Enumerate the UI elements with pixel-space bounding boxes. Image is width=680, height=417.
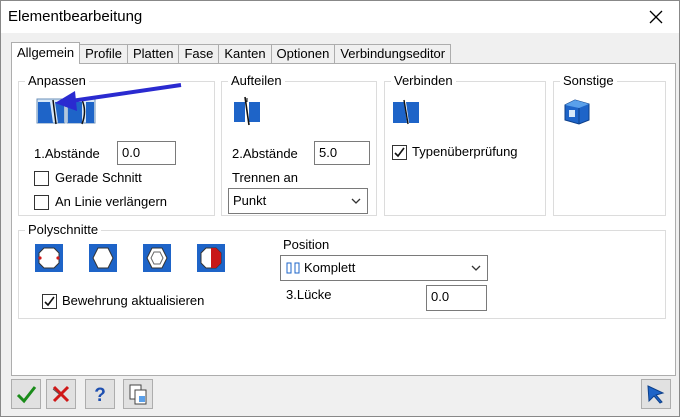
chevron-down-icon	[471, 265, 481, 271]
luecke-label: 3.Lücke	[286, 287, 332, 302]
position-value: Komplett	[304, 260, 356, 275]
tab-strip: Allgemein Profile Platten Fase Kanten Op…	[11, 42, 452, 64]
abstaende-2-label: 2.Abstände	[232, 146, 298, 161]
poly-octagon-red-icon	[197, 244, 225, 272]
group-polyschnitte: Polyschnitte Bewehrung aktualisieren Pos…	[18, 222, 666, 319]
bewehrung-checkbox[interactable]	[42, 294, 57, 309]
trennen-an-value: Punkt	[233, 193, 267, 208]
tab-optionen[interactable]: Optionen	[271, 44, 336, 64]
gerade-schnitt-label: Gerade Schnitt	[55, 170, 142, 185]
abstaende-1-label: 1.Abstände	[34, 146, 100, 161]
cancel-x-icon	[52, 385, 70, 403]
an-linie-label: An Linie verlängern	[55, 194, 168, 209]
dialog-window: Elementbearbeitung Allgemein Profile Pla…	[0, 0, 680, 417]
close-icon	[649, 10, 663, 24]
cube-button[interactable]	[562, 96, 592, 126]
trennen-an-label: Trennen an	[232, 170, 299, 185]
cancel-button[interactable]	[46, 379, 76, 409]
tab-allgemein[interactable]: Allgemein	[11, 42, 81, 64]
copy-page-icon	[129, 384, 147, 405]
title-bar: Elementbearbeitung	[1, 1, 679, 33]
tab-platten[interactable]: Platten	[127, 44, 180, 64]
help-button[interactable]: ?	[85, 379, 115, 409]
tab-verbindungseditor[interactable]: Verbindungseditor	[335, 44, 452, 64]
an-linie-checkbox[interactable]	[34, 195, 49, 210]
copy-page-button[interactable]	[123, 379, 153, 409]
trennen-an-select[interactable]: Punkt	[228, 188, 368, 214]
poly-octagon-icon	[35, 244, 63, 272]
pick-arrow-icon	[647, 385, 665, 404]
window-title: Elementbearbeitung	[8, 8, 143, 25]
tab-fase[interactable]: Fase	[179, 44, 220, 64]
group-polyschnitte-label: Polyschnitte	[25, 222, 102, 238]
help-icon: ?	[94, 385, 106, 405]
tab-kanten[interactable]: Kanten	[219, 44, 272, 64]
ok-check-icon	[16, 386, 37, 404]
poly-hexagon-button[interactable]	[88, 243, 118, 273]
poly-hexagon-beam-button[interactable]	[142, 243, 172, 273]
tab-profile[interactable]: Profile	[80, 44, 128, 64]
poly-hexagon-beam-icon	[143, 244, 171, 272]
position-label: Position	[283, 237, 330, 252]
position-select[interactable]: Komplett	[280, 255, 488, 281]
group-verbinden-label: Verbinden	[391, 73, 456, 89]
group-verbinden: Verbinden Typenüberprüfung	[384, 73, 546, 216]
split-button[interactable]	[232, 96, 262, 126]
luecke-input[interactable]: 0.0	[426, 285, 487, 311]
gerade-schnitt-checkbox[interactable]	[34, 171, 49, 186]
group-sonstige-label: Sonstige	[560, 73, 617, 89]
bewehrung-label: Bewehrung aktualisieren	[62, 293, 205, 308]
checkmark-icon	[44, 296, 55, 307]
connect-button[interactable]	[391, 96, 421, 126]
pick-from-model-button[interactable]	[641, 379, 671, 409]
ok-button[interactable]	[11, 379, 41, 409]
poly-hexagon-icon	[89, 244, 117, 272]
group-aufteilen: Aufteilen 2.Abstände 5.0 Trennen an Punk…	[221, 73, 377, 216]
split-icon	[234, 96, 260, 126]
typenueberpruefung-checkbox[interactable]	[392, 145, 407, 160]
abstaende-1-input[interactable]: 0.0	[117, 141, 176, 165]
svg-text:?: ?	[94, 385, 106, 405]
group-sonstige: Sonstige	[553, 73, 666, 216]
position-complete-icon	[286, 262, 300, 274]
blue-arrow-annotation	[55, 83, 182, 111]
abstaende-2-input[interactable]: 5.0	[314, 141, 370, 165]
typenueberpruefung-label: Typenüberprüfung	[412, 144, 518, 159]
group-aufteilen-label: Aufteilen	[228, 73, 285, 89]
poly-octagon-button[interactable]	[34, 243, 64, 273]
close-button[interactable]	[641, 5, 671, 29]
chevron-down-icon	[351, 198, 361, 204]
connect-icon	[393, 99, 419, 125]
checkmark-icon	[394, 147, 405, 158]
cube-icon	[564, 99, 590, 125]
poly-octagon-red-button[interactable]	[196, 243, 226, 273]
